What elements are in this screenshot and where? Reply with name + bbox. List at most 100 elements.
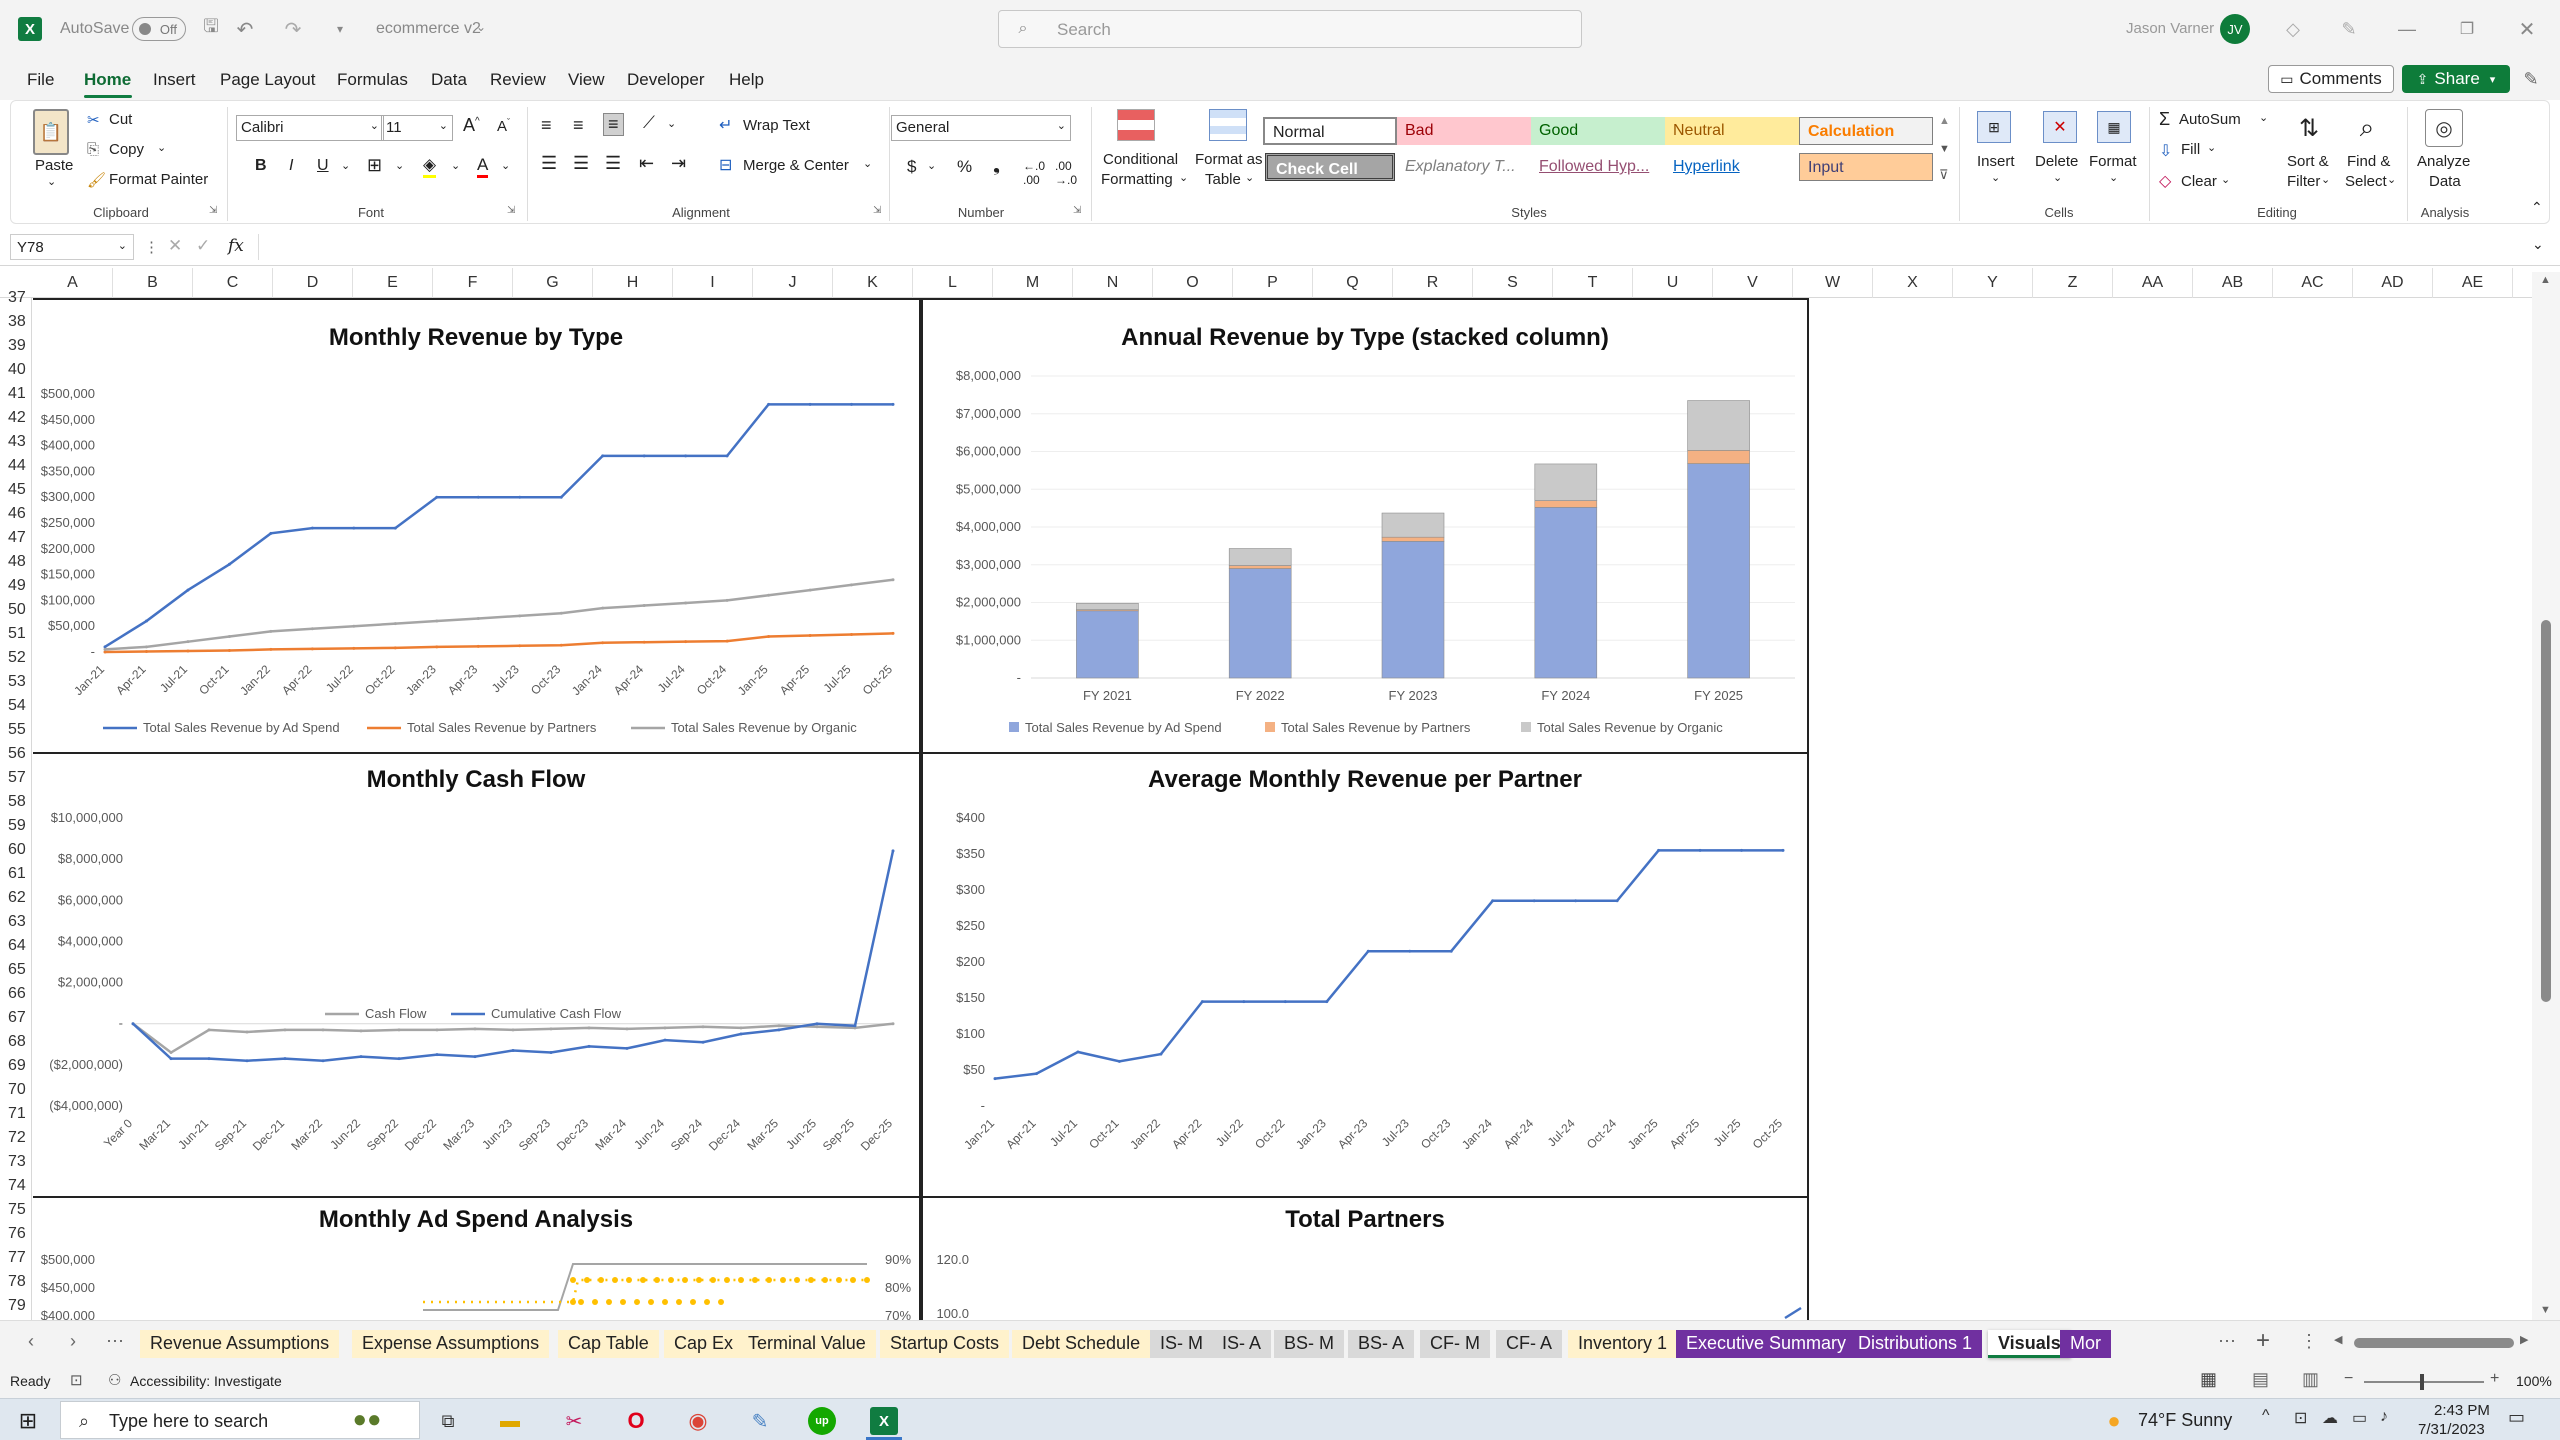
hscroll-thumb[interactable] [2354, 1338, 2514, 1348]
sheet-tab[interactable]: BS- M [1274, 1330, 1345, 1358]
format-cells-button[interactable]: Format [2089, 153, 2137, 170]
name-box[interactable]: Y78 ⌄ [10, 234, 134, 260]
menu-developer[interactable]: Developer [627, 70, 705, 90]
paste-icon[interactable]: 📋 [33, 109, 69, 155]
row-header[interactable]: 42 [0, 406, 30, 430]
scroll-down-icon[interactable]: ▼ [2540, 1304, 2551, 1316]
snipping-tool-icon[interactable]: ✂ [560, 1407, 588, 1435]
undo-icon[interactable]: ↶ [232, 16, 258, 42]
column-header[interactable]: J [753, 268, 833, 298]
align-left-icon[interactable]: ☰ [541, 153, 557, 174]
column-header[interactable]: O [1153, 268, 1233, 298]
underline-icon[interactable]: U [317, 157, 329, 175]
row-header[interactable]: 40 [0, 358, 30, 382]
row-header[interactable]: 47 [0, 526, 30, 550]
clock-date[interactable]: 7/31/2023 [2418, 1421, 2485, 1438]
column-header[interactable]: X [1873, 268, 1953, 298]
chart-monthly-ad-spend[interactable]: Monthly Ad Spend Analysis $500,000 $450,0… [33, 1198, 921, 1328]
row-header[interactable]: 41 [0, 382, 30, 406]
horizontal-scrollbar[interactable]: ◀ ▶ [2334, 1334, 2534, 1351]
column-header[interactable]: E [353, 268, 433, 298]
row-header[interactable]: 67 [0, 1006, 30, 1030]
column-header[interactable]: F [433, 268, 513, 298]
column-header[interactable]: R [1393, 268, 1473, 298]
user-avatar[interactable]: JV [2220, 14, 2250, 44]
autosum-chevron-icon[interactable]: ⌄ [2259, 111, 2268, 124]
sheet-tab[interactable]: CF- A [1496, 1330, 1563, 1358]
align-top-icon[interactable]: ≡ [541, 115, 552, 136]
style-good[interactable]: Good [1531, 117, 1665, 145]
column-header[interactable]: Z [2033, 268, 2113, 298]
font-launcher-icon[interactable]: ⇲ [507, 205, 515, 216]
chrome-icon[interactable]: ◉ [684, 1407, 712, 1435]
premium-diamond-icon[interactable]: ◇ [2280, 16, 2306, 42]
column-header[interactable]: Q [1313, 268, 1393, 298]
merge-chevron-icon[interactable]: ⌄ [863, 157, 872, 170]
align-center-icon[interactable]: ☰ [573, 153, 589, 174]
column-header[interactable]: A [33, 268, 113, 298]
find-select-button-2[interactable]: Select [2345, 173, 2387, 190]
search-box[interactable]: ⌕ Search [998, 10, 1582, 48]
weather-text[interactable]: 74°F Sunny [2138, 1410, 2232, 1431]
column-header[interactable]: AD [2353, 268, 2433, 298]
accounting-chevron-icon[interactable]: ⌄ [927, 159, 936, 172]
accounting-format-icon[interactable]: $ [907, 157, 916, 177]
number-launcher-icon[interactable]: ⇲ [1073, 205, 1081, 216]
row-header[interactable]: 63 [0, 910, 30, 934]
row-header[interactable]: 48 [0, 550, 30, 574]
autosum-button[interactable]: AutoSum [2179, 111, 2241, 128]
delete-cells-button[interactable]: Delete [2035, 153, 2078, 170]
column-header[interactable]: I [673, 268, 753, 298]
decrease-decimal-icon[interactable]: .00 →.0 [1055, 159, 1077, 187]
font-color-icon[interactable]: A [477, 155, 489, 178]
column-header[interactable]: AA [2113, 268, 2193, 298]
file-name[interactable]: ecommerce v2 [376, 20, 481, 38]
scroll-thumb[interactable] [2541, 620, 2551, 1002]
style-bad[interactable]: Bad [1397, 117, 1531, 145]
excel-taskbar-icon[interactable]: X [870, 1407, 898, 1435]
increase-indent-icon[interactable]: ⇥ [671, 153, 686, 174]
styles-scroll-up-icon[interactable]: ▲ [1939, 115, 1950, 127]
column-header[interactable]: M [993, 268, 1073, 298]
chart-monthly-cash-flow[interactable]: Monthly Cash Flow $10,000,000 $8,000,000 $… [33, 754, 921, 1198]
sheet-tab[interactable]: Startup Costs [880, 1330, 1010, 1358]
cancel-entry-icon[interactable]: ✕ [168, 236, 182, 256]
menu-view[interactable]: View [568, 70, 605, 90]
tab-more-sheets-icon[interactable]: ⋯ [2218, 1331, 2236, 1352]
column-header[interactable]: B [113, 268, 193, 298]
sheet-tab[interactable]: Revenue Assumptions [140, 1330, 340, 1358]
sheet-tab[interactable]: Inventory 1 [1568, 1330, 1678, 1358]
increase-decimal-icon[interactable]: ←.0.00 [1023, 159, 1045, 187]
style-hyperlink[interactable]: Hyperlink [1665, 153, 1799, 181]
alignment-launcher-icon[interactable]: ⇲ [873, 205, 881, 216]
expand-formula-bar-icon[interactable]: ⌄ [2532, 236, 2544, 253]
clear-button[interactable]: Clear [2181, 173, 2217, 190]
menu-review[interactable]: Review [490, 70, 546, 90]
comma-style-icon[interactable]: ❟ [993, 155, 1000, 176]
save-icon[interactable]: 🖫 [198, 16, 224, 42]
row-header[interactable]: 70 [0, 1078, 30, 1102]
menu-help[interactable]: Help [729, 70, 764, 90]
column-header[interactable]: AE [2433, 268, 2513, 298]
sheet-tab[interactable]: BS- A [1348, 1330, 1415, 1358]
row-header[interactable]: 66 [0, 982, 30, 1006]
row-header[interactable]: 56 [0, 742, 30, 766]
style-normal[interactable]: Normal [1263, 117, 1397, 145]
file-explorer-icon[interactable]: ▬ [496, 1407, 524, 1435]
add-sheet-icon[interactable]: + [2256, 1327, 2270, 1355]
column-header[interactable]: D [273, 268, 353, 298]
insert-function-icon[interactable]: fx [228, 236, 244, 256]
style-explanatory[interactable]: Explanatory T... [1397, 153, 1531, 181]
onedrive-icon[interactable]: ☁ [2322, 1408, 2338, 1428]
borders-chevron-icon[interactable]: ⌄ [395, 159, 404, 172]
sheet-tab[interactable]: Visuals [1988, 1330, 2071, 1358]
decrease-font-icon[interactable]: Aˇ [497, 117, 510, 135]
vertical-scrollbar[interactable]: ▲ ▼ [2532, 272, 2560, 1320]
row-header[interactable]: 72 [0, 1126, 30, 1150]
maximize-icon[interactable]: ❐ [2452, 16, 2482, 42]
ribbon-feedback-icon[interactable]: ✎ [2518, 66, 2544, 92]
chart-annual-revenue[interactable]: Annual Revenue by Type (stacked column) … [921, 298, 1809, 754]
tray-app-icon[interactable]: ⊡ [2294, 1408, 2307, 1428]
fill-color-icon[interactable]: ◈ [423, 155, 437, 178]
column-header[interactable]: T [1553, 268, 1633, 298]
